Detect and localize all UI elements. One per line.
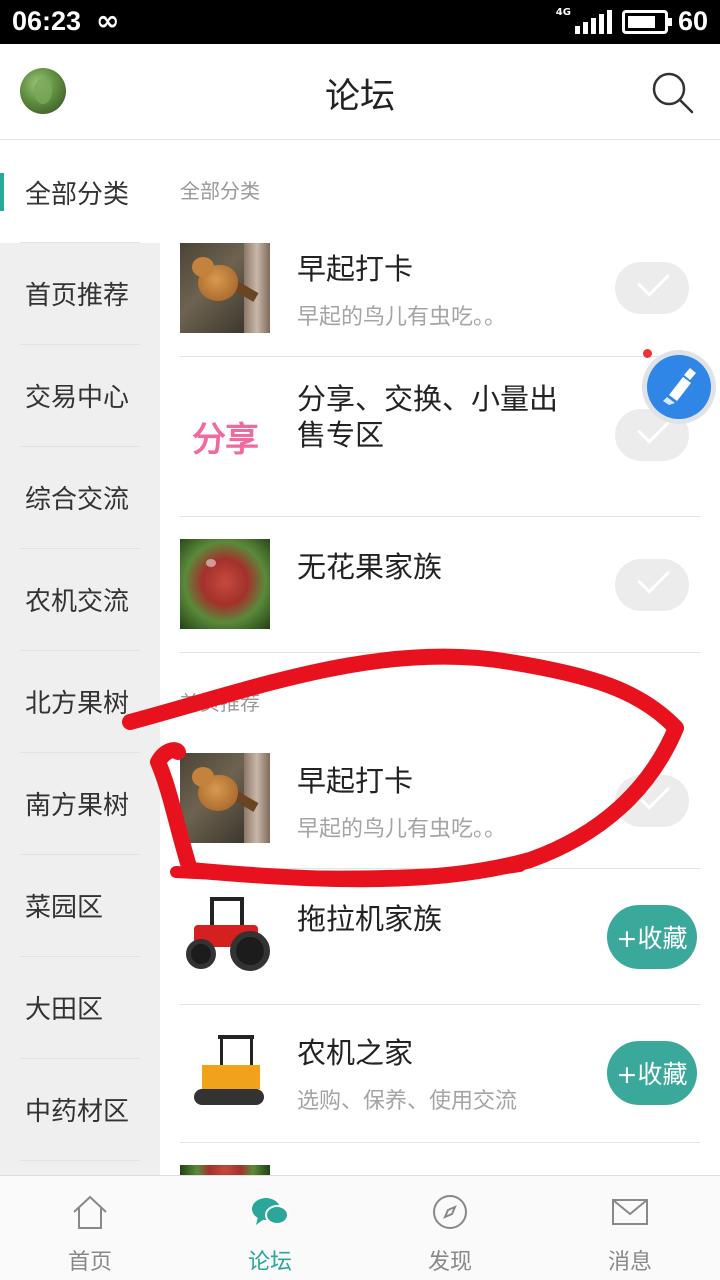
sidebar-item-southern-fruit[interactable]: 南方果树 (20, 753, 140, 855)
list-item[interactable] (180, 1143, 700, 1175)
sidebar-item-field[interactable]: 大田区 (20, 957, 140, 1059)
bottom-navigation: 首页 论坛 发现 消息 (0, 1175, 720, 1280)
sidebar-item-northern-fruit[interactable]: 北方果树 (20, 651, 140, 753)
followed-check-button[interactable] (615, 262, 689, 314)
nav-home[interactable]: 首页 (0, 1176, 180, 1280)
thumbnail-partial (180, 1165, 270, 1175)
nav-forum[interactable]: 论坛 (180, 1176, 360, 1280)
sidebar-item-trade[interactable]: 交易中心 (20, 345, 140, 447)
item-title: 农机之家 (297, 1036, 414, 1070)
page-title: 论坛 (324, 77, 395, 117)
nav-messages[interactable]: 消息 (540, 1176, 720, 1280)
thumbnail-bird (180, 753, 270, 843)
item-title-line2: 售专区 (297, 418, 385, 452)
list-item[interactable]: 早起打卡 早起的鸟儿有虫吃。。 (180, 227, 700, 357)
status-right: 4G 60 (556, 6, 708, 37)
search-icon[interactable] (650, 70, 696, 116)
nav-discover[interactable]: 发现 (360, 1176, 540, 1280)
compass-icon (433, 1195, 467, 1229)
sidebar-item-general[interactable]: 综合交流 (20, 447, 140, 549)
followed-check-button[interactable] (615, 559, 689, 611)
add-favorite-button[interactable]: +收藏 (607, 905, 697, 969)
sidebar-item-all[interactable]: 全部分类 (0, 141, 160, 243)
list-item[interactable]: 无花果家族 (180, 517, 700, 653)
battery-icon (621, 9, 672, 34)
notification-dot (643, 349, 652, 358)
item-title: 无花果家族 (297, 550, 443, 584)
item-subtitle: 早起的鸟儿有虫吃。。 (297, 817, 507, 842)
item-title: 早起打卡 (297, 764, 414, 798)
floating-broom-button[interactable] (642, 350, 716, 424)
forum-screen: 06:23 ∞ 4G 60 论坛 全部分类 首页推荐 交易中心 综合交流 农机交… (0, 0, 720, 1280)
category-sidebar: 全部分类 首页推荐 交易中心 综合交流 农机交流 北方果树 南方果树 菜园区 大… (0, 141, 160, 1175)
home-icon (73, 1195, 107, 1229)
status-bar: 06:23 ∞ 4G 60 (0, 0, 720, 44)
section-header-all: 全部分类 (180, 179, 260, 203)
item-subtitle: 早起的鸟儿有虫吃。。 (297, 305, 507, 330)
section-header-home: 首页推荐 (180, 691, 260, 715)
signal-icon (574, 9, 612, 34)
sidebar-item-vegetable[interactable]: 菜园区 (20, 855, 140, 957)
forum-list: 全部分类 早起打卡 早起的鸟儿有虫吃。。 分享 分享、交换、小量出 售专区 无花… (160, 141, 720, 1175)
broom-icon (663, 368, 696, 405)
nav-forum-label: 论坛 (247, 1250, 292, 1275)
chat-bubbles-icon (252, 1198, 289, 1225)
sidebar-item-machinery[interactable]: 农机交流 (20, 549, 140, 651)
envelope-icon (612, 1199, 648, 1225)
item-title: 拖拉机家族 (297, 902, 443, 936)
item-title: 分享、交换、小量出 售专区 (297, 381, 558, 453)
nav-home-label: 首页 (67, 1250, 112, 1275)
list-item[interactable]: 拖拉机家族 +收藏 (180, 869, 700, 1005)
thumbnail-bird (180, 243, 270, 333)
thumbnail-share: 分享 (180, 391, 270, 481)
list-item[interactable]: 农机之家 选购、保养、使用交流 +收藏 (180, 1005, 700, 1143)
list-item[interactable]: 分享 分享、交换、小量出 售专区 (180, 357, 700, 517)
item-title: 早起打卡 (297, 252, 414, 286)
list-item[interactable]: 早起打卡 早起的鸟儿有虫吃。。 (180, 733, 700, 869)
network-type: 4G (555, 7, 571, 18)
sidebar-item-herbal[interactable]: 中药材区 (20, 1059, 140, 1161)
app-header: 论坛 (0, 44, 720, 140)
status-time: 06:23 (12, 6, 82, 36)
battery-level: 60 (677, 6, 708, 36)
sidebar-item-home-recommend[interactable]: 首页推荐 (20, 243, 140, 345)
infinity-icon: ∞ (96, 4, 120, 37)
add-favorite-button[interactable]: +收藏 (607, 1041, 697, 1105)
thumbnail-fig (180, 539, 270, 629)
nav-discover-label: 发现 (427, 1250, 472, 1275)
item-title-line1: 分享、交换、小量出 (297, 382, 559, 416)
followed-check-button[interactable] (615, 775, 689, 827)
thumbnail-tractor (180, 891, 270, 981)
item-subtitle: 选购、保养、使用交流 (297, 1089, 518, 1114)
nav-messages-label: 消息 (607, 1250, 652, 1275)
thumbnail-machine (180, 1029, 270, 1119)
